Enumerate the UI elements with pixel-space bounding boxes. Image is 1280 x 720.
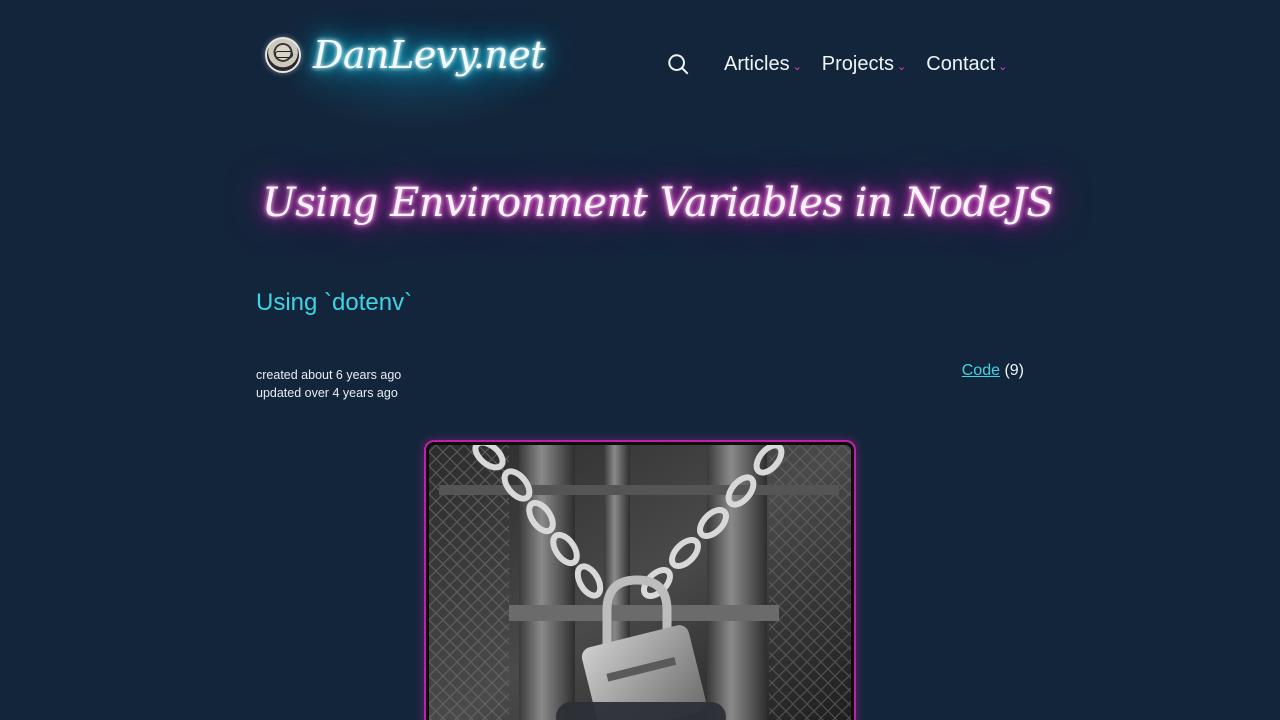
updated-date: updated over 4 years ago (256, 386, 398, 400)
nav-contact-label: Contact (926, 52, 996, 75)
avatar (265, 37, 301, 73)
nav-articles[interactable]: Articles ⌄ (724, 53, 802, 76)
article-tags: Code (9) (962, 362, 1024, 380)
tag-code-link[interactable]: Code (962, 362, 1000, 379)
padlock-chain-image (429, 445, 851, 720)
chevron-down-icon: ⌄ (998, 60, 1008, 73)
article-title: Using Environment Variables in NodeJS (262, 180, 1054, 226)
tag-count: (9) (1004, 362, 1024, 379)
image-toolbar[interactable] (556, 702, 726, 720)
main-nav: Articles ⌄ Projects ⌄ Contact ⌄ (666, 50, 1027, 78)
chevron-down-icon: ⌄ (897, 60, 907, 73)
article-subtitle: Using `dotenv` (256, 289, 413, 316)
page: DanLevy.net Articles ⌄ Projects ⌄ Contac… (0, 0, 1280, 720)
created-date: created about 6 years ago (256, 368, 402, 382)
hero-image (424, 440, 856, 720)
nav-projects[interactable]: Projects ⌄ (822, 53, 906, 76)
nav-articles-label: Articles (724, 52, 790, 75)
article-dates: created about 6 years ago updated over 4… (256, 366, 401, 402)
nav-contact[interactable]: Contact ⌄ (926, 53, 1007, 76)
nav-projects-label: Projects (821, 52, 895, 75)
chevron-down-icon: ⌄ (792, 60, 802, 73)
search-icon[interactable] (666, 52, 690, 76)
site-title: DanLevy.net (313, 33, 546, 77)
site-logo-link[interactable]: DanLevy.net (265, 33, 546, 77)
